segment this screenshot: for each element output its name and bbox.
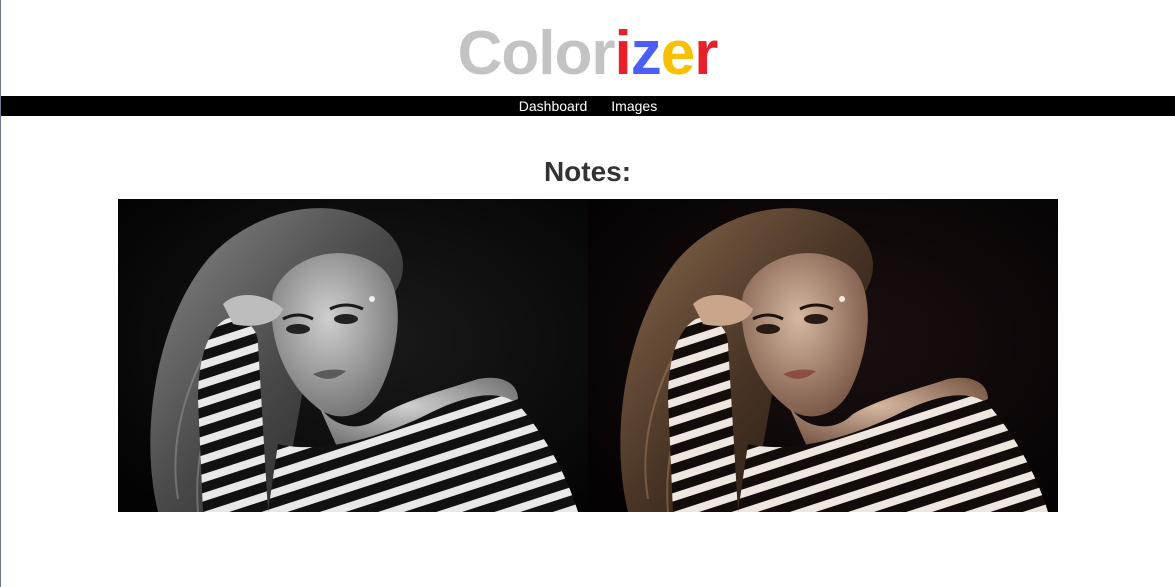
before-after-photo (118, 199, 1058, 512)
logo-part-r: r (694, 19, 718, 88)
main-navbar: Dashboard Images (1, 96, 1175, 116)
nav-dashboard-link[interactable]: Dashboard (519, 96, 588, 116)
colorized-photo-panel (588, 199, 1058, 512)
nav-images-link[interactable]: Images (611, 96, 657, 116)
page-heading: Notes: (543, 156, 632, 187)
logo-part-color: Color (457, 19, 616, 88)
logo-part-e: e (660, 19, 695, 88)
grayscale-photo-panel (118, 199, 588, 512)
logo-part-i: i (614, 19, 632, 88)
colorizer-logo[interactable]: Colorizer (0, 18, 1175, 92)
logo-part-z: z (630, 19, 662, 88)
